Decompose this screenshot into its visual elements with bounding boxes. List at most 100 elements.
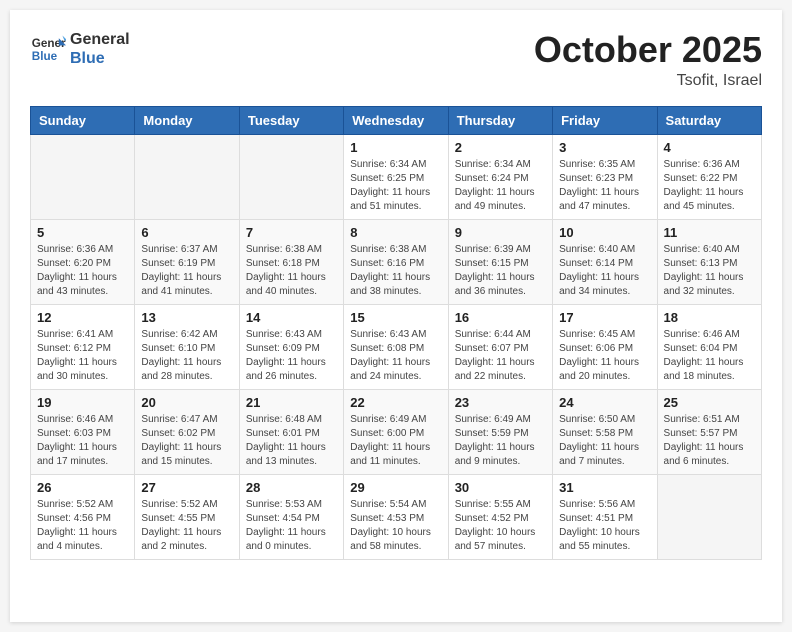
day-cell: 1 Sunrise: 6:34 AM Sunset: 6:25 PM Daylig… — [344, 134, 448, 219]
day-number: 8 — [350, 225, 441, 240]
day-info: Sunrise: 6:36 AM Sunset: 6:22 PM Dayligh… — [664, 158, 755, 214]
day-info: Sunrise: 6:38 AM Sunset: 6:16 PM Dayligh… — [350, 243, 441, 299]
day-info: Sunrise: 5:53 AM Sunset: 4:54 PM Dayligh… — [246, 498, 337, 554]
day-cell: 9 Sunrise: 6:39 AM Sunset: 6:15 PM Daylig… — [448, 219, 552, 304]
day-cell: 16 Sunrise: 6:44 AM Sunset: 6:07 PM Dayli… — [448, 304, 552, 389]
day-cell: 11Sunrise: 6:40 AM Sunset: 6:13 PM Dayli… — [657, 219, 761, 304]
calendar-grid: SundayMondayTuesdayWednesdayThursdayFrid… — [30, 106, 762, 560]
day-number: 23 — [455, 395, 546, 410]
day-info: Sunrise: 6:43 AM Sunset: 6:08 PM Dayligh… — [350, 328, 441, 384]
day-number: 21 — [246, 395, 337, 410]
day-number: 28 — [246, 480, 337, 495]
day-info: Sunrise: 5:52 AM Sunset: 4:56 PM Dayligh… — [37, 498, 128, 554]
day-number: 7 — [246, 225, 337, 240]
day-number: 20 — [141, 395, 232, 410]
weekday-header-row: SundayMondayTuesdayWednesdayThursdayFrid… — [31, 106, 762, 134]
day-info: Sunrise: 6:35 AM Sunset: 6:23 PM Dayligh… — [559, 158, 650, 214]
day-info: Sunrise: 6:49 AM Sunset: 5:59 PM Dayligh… — [455, 413, 546, 469]
day-cell: 8 Sunrise: 6:38 AM Sunset: 6:16 PM Daylig… — [344, 219, 448, 304]
day-number: 31 — [559, 480, 650, 495]
title-block: October 2025 Tsofit, Israel — [534, 30, 762, 90]
calendar-container: General Blue General Blue October 2025 T… — [10, 10, 782, 622]
day-number: 5 — [37, 225, 128, 240]
week-row-3: 12Sunrise: 6:41 AM Sunset: 6:12 PM Dayli… — [31, 304, 762, 389]
day-cell — [135, 134, 239, 219]
day-cell: 23 Sunrise: 6:49 AM Sunset: 5:59 PM Dayli… — [448, 389, 552, 474]
day-number: 14 — [246, 310, 337, 325]
logo-blue-text: Blue — [70, 49, 130, 68]
day-number: 18 — [664, 310, 755, 325]
day-info: Sunrise: 6:46 AM Sunset: 6:04 PM Dayligh… — [664, 328, 755, 384]
day-cell: 6 Sunrise: 6:37 AM Sunset: 6:19 PM Daylig… — [135, 219, 239, 304]
day-number: 6 — [141, 225, 232, 240]
weekday-header-saturday: Saturday — [657, 106, 761, 134]
day-cell — [657, 474, 761, 559]
day-cell: 2Sunrise: 6:34 AM Sunset: 6:24 PM Daylig… — [448, 134, 552, 219]
weekday-header-friday: Friday — [553, 106, 657, 134]
day-number: 22 — [350, 395, 441, 410]
month-title: October 2025 — [534, 30, 762, 70]
day-info: Sunrise: 6:37 AM Sunset: 6:19 PM Dayligh… — [141, 243, 232, 299]
day-cell: 24 Sunrise: 6:50 AM Sunset: 5:58 PM Dayli… — [553, 389, 657, 474]
day-cell: 29Sunrise: 5:54 AM Sunset: 4:53 PM Dayli… — [344, 474, 448, 559]
day-number: 9 — [455, 225, 546, 240]
day-info: Sunrise: 6:50 AM Sunset: 5:58 PM Dayligh… — [559, 413, 650, 469]
weekday-header-tuesday: Tuesday — [239, 106, 343, 134]
day-info: Sunrise: 6:44 AM Sunset: 6:07 PM Dayligh… — [455, 328, 546, 384]
day-cell: 31Sunrise: 5:56 AM Sunset: 4:51 PM Dayli… — [553, 474, 657, 559]
day-cell — [31, 134, 135, 219]
day-cell: 4 Sunrise: 6:36 AM Sunset: 6:22 PM Daylig… — [657, 134, 761, 219]
day-cell: 21Sunrise: 6:48 AM Sunset: 6:01 PM Dayli… — [239, 389, 343, 474]
day-number: 4 — [664, 140, 755, 155]
day-info: Sunrise: 5:54 AM Sunset: 4:53 PM Dayligh… — [350, 498, 441, 554]
day-number: 24 — [559, 395, 650, 410]
day-cell: 28 Sunrise: 5:53 AM Sunset: 4:54 PM Dayli… — [239, 474, 343, 559]
weekday-header-wednesday: Wednesday — [344, 106, 448, 134]
week-row-2: 5 Sunrise: 6:36 AM Sunset: 6:20 PM Daylig… — [31, 219, 762, 304]
day-info: Sunrise: 6:40 AM Sunset: 6:13 PM Dayligh… — [664, 243, 755, 299]
day-cell: 12Sunrise: 6:41 AM Sunset: 6:12 PM Dayli… — [31, 304, 135, 389]
day-info: Sunrise: 6:51 AM Sunset: 5:57 PM Dayligh… — [664, 413, 755, 469]
day-cell: 3Sunrise: 6:35 AM Sunset: 6:23 PM Daylig… — [553, 134, 657, 219]
weekday-header-monday: Monday — [135, 106, 239, 134]
day-number: 16 — [455, 310, 546, 325]
day-info: Sunrise: 6:38 AM Sunset: 6:18 PM Dayligh… — [246, 243, 337, 299]
day-info: Sunrise: 6:49 AM Sunset: 6:00 PM Dayligh… — [350, 413, 441, 469]
day-cell: 19 Sunrise: 6:46 AM Sunset: 6:03 PM Dayli… — [31, 389, 135, 474]
day-cell — [239, 134, 343, 219]
day-number: 1 — [350, 140, 441, 155]
day-cell: 22 Sunrise: 6:49 AM Sunset: 6:00 PM Dayli… — [344, 389, 448, 474]
day-info: Sunrise: 6:34 AM Sunset: 6:25 PM Dayligh… — [350, 158, 441, 214]
day-info: Sunrise: 5:52 AM Sunset: 4:55 PM Dayligh… — [141, 498, 232, 554]
day-info: Sunrise: 6:43 AM Sunset: 6:09 PM Dayligh… — [246, 328, 337, 384]
day-number: 17 — [559, 310, 650, 325]
day-number: 19 — [37, 395, 128, 410]
day-info: Sunrise: 6:36 AM Sunset: 6:20 PM Dayligh… — [37, 243, 128, 299]
day-info: Sunrise: 6:46 AM Sunset: 6:03 PM Dayligh… — [37, 413, 128, 469]
day-cell: 18 Sunrise: 6:46 AM Sunset: 6:04 PM Dayli… — [657, 304, 761, 389]
week-row-5: 26 Sunrise: 5:52 AM Sunset: 4:56 PM Dayli… — [31, 474, 762, 559]
day-info: Sunrise: 6:42 AM Sunset: 6:10 PM Dayligh… — [141, 328, 232, 384]
day-cell: 17 Sunrise: 6:45 AM Sunset: 6:06 PM Dayli… — [553, 304, 657, 389]
day-cell: 5 Sunrise: 6:36 AM Sunset: 6:20 PM Daylig… — [31, 219, 135, 304]
day-number: 12 — [37, 310, 128, 325]
day-number: 27 — [141, 480, 232, 495]
logo-general-text: General — [70, 30, 130, 49]
day-info: Sunrise: 6:47 AM Sunset: 6:02 PM Dayligh… — [141, 413, 232, 469]
day-info: Sunrise: 6:39 AM Sunset: 6:15 PM Dayligh… — [455, 243, 546, 299]
day-cell: 7 Sunrise: 6:38 AM Sunset: 6:18 PM Daylig… — [239, 219, 343, 304]
day-number: 10 — [559, 225, 650, 240]
header: General Blue General Blue October 2025 T… — [30, 30, 762, 90]
day-number: 26 — [37, 480, 128, 495]
day-number: 30 — [455, 480, 546, 495]
day-cell: 14 Sunrise: 6:43 AM Sunset: 6:09 PM Dayli… — [239, 304, 343, 389]
logo: General Blue General Blue — [30, 30, 130, 68]
svg-text:Blue: Blue — [32, 50, 58, 63]
day-cell: 30 Sunrise: 5:55 AM Sunset: 4:52 PM Dayli… — [448, 474, 552, 559]
day-cell: 15Sunrise: 6:43 AM Sunset: 6:08 PM Dayli… — [344, 304, 448, 389]
day-info: Sunrise: 5:55 AM Sunset: 4:52 PM Dayligh… — [455, 498, 546, 554]
day-number: 25 — [664, 395, 755, 410]
day-info: Sunrise: 6:45 AM Sunset: 6:06 PM Dayligh… — [559, 328, 650, 384]
week-row-1: 1 Sunrise: 6:34 AM Sunset: 6:25 PM Daylig… — [31, 134, 762, 219]
location-title: Tsofit, Israel — [534, 72, 762, 90]
